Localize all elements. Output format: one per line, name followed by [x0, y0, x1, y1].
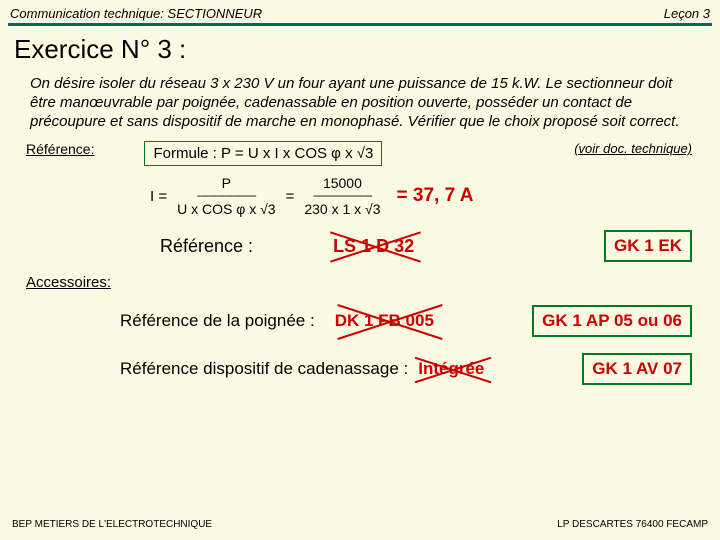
reference2-answer: LS 1 D 32 — [333, 236, 414, 256]
header-right: Leçon 3 — [664, 6, 710, 21]
calculation-row: I = P ---------------------- U x COS φ x… — [0, 166, 720, 216]
reference2-label: Référence : — [160, 236, 253, 257]
equals: = — [286, 188, 295, 205]
accessories-label: Accessoires: — [26, 274, 111, 291]
footer: BEP METIERS DE L'ELECTROTECHNIQUE LP DES… — [0, 519, 720, 530]
lock-row: Référence dispositif de cadenassage : In… — [0, 337, 720, 385]
header: Communication technique: SECTIONNEUR Leç… — [0, 0, 720, 23]
fraction-1: P ---------------------- U x COS φ x √3 — [177, 176, 275, 216]
handle-row: Référence de la poignée : DK 1 FB 005 GK… — [0, 291, 720, 337]
lock-correct: GK 1 AV 07 — [582, 353, 692, 385]
fraction-2: 15000 ---------------------- 230 x 1 x √… — [304, 176, 380, 216]
formula-row: Référence: Formule : P = U x I x COS φ x… — [0, 135, 720, 166]
handle-label: Référence de la poignée : — [120, 311, 315, 331]
handle-answer: DK 1 FB 005 — [335, 311, 434, 330]
exercise-title: Exercice N° 3 : — [0, 26, 720, 69]
handle-correct: GK 1 AP 05 ou 06 — [532, 305, 692, 337]
accessories-label-row: Accessoires: — [0, 262, 720, 291]
footer-right: LP DESCARTES 76400 FECAMP — [557, 519, 708, 530]
calc-lhs: I = — [150, 188, 167, 205]
formula-box: Formule : P = U x I x COS φ x √3 — [144, 141, 382, 166]
footer-left: BEP METIERS DE L'ELECTROTECHNIQUE — [12, 519, 212, 530]
exercise-prompt: On désire isoler du réseau 3 x 230 V un … — [0, 69, 720, 135]
lock-label: Référence dispositif de cadenassage : — [120, 359, 408, 379]
doc-link[interactable]: (voir doc. technique) — [574, 141, 692, 156]
result-current: = 37, 7 A — [397, 185, 474, 207]
reference-label: Référence: — [26, 141, 94, 157]
header-left: Communication technique: SECTIONNEUR — [10, 6, 262, 21]
reference-row: Référence : LS 1 D 32 GK 1 EK — [0, 216, 720, 262]
lock-answer: Intégrée — [418, 359, 484, 378]
reference2-correct: GK 1 EK — [604, 230, 692, 262]
